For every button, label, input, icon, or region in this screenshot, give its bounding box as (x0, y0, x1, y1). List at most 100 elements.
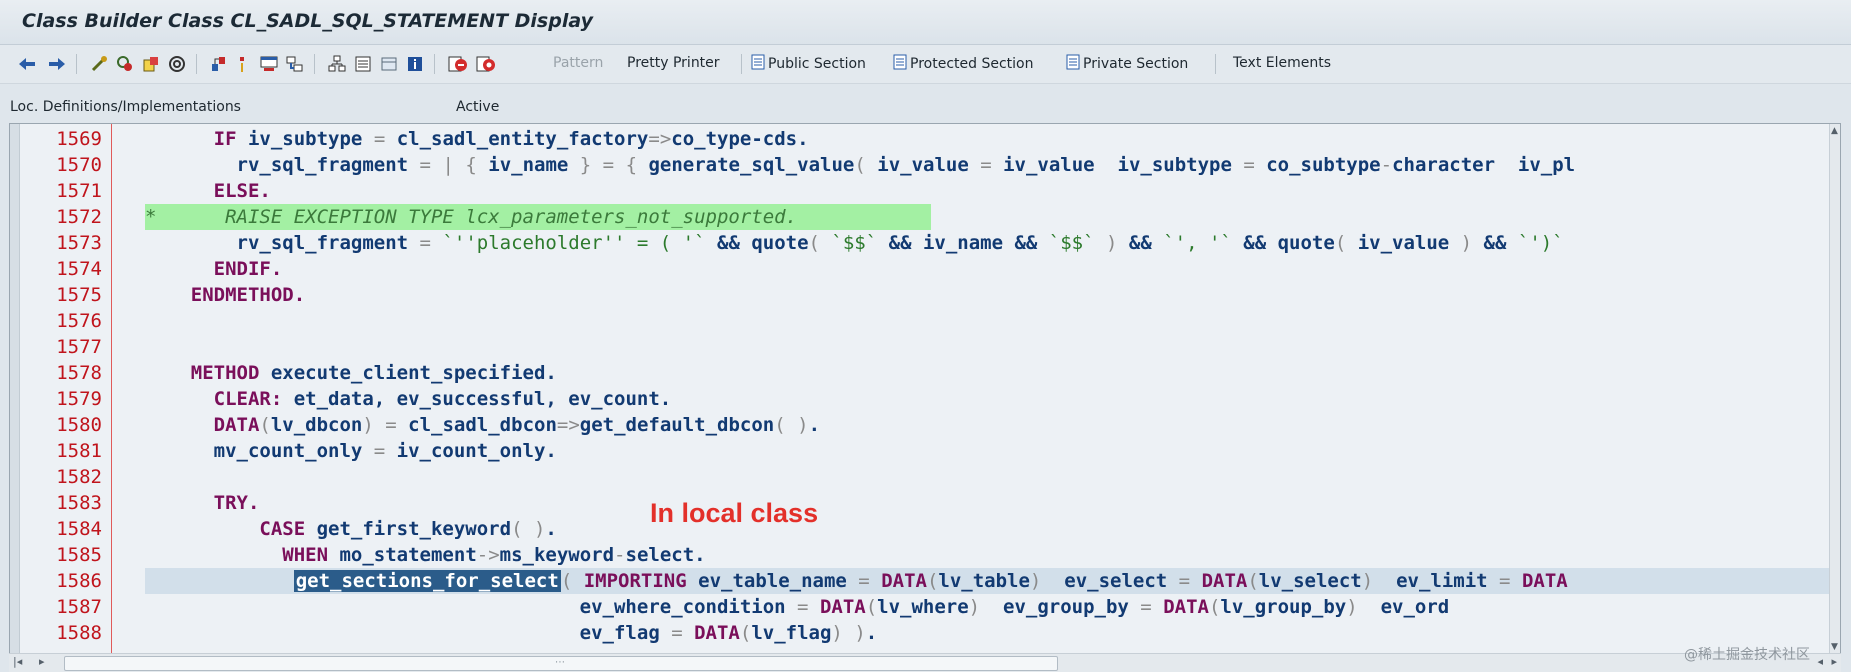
line-number: 1573 (56, 232, 102, 254)
scroll-thumb[interactable]: ⋯ (64, 656, 1058, 671)
code-text: * RAISE EXCEPTION TYPE lcx_parameters_no… (145, 206, 798, 228)
horizontal-scrollbar[interactable]: |◂ ▸ ⋯ ◂ ▸ (9, 653, 1841, 672)
private-section-label: Private Section (1083, 56, 1189, 72)
code-text: METHOD execute_client_specified. (190, 362, 557, 384)
back-arrow-icon[interactable] (16, 53, 38, 75)
line-number: 1585 (56, 544, 102, 566)
scroll-up-icon[interactable]: ▲ (1831, 126, 1838, 136)
scroll-down-icon[interactable]: ▼ (1831, 642, 1838, 652)
title-bar: Class Builder Class CL_SADL_SQL_STATEMEN… (0, 0, 1851, 45)
enhance-icon[interactable] (234, 53, 250, 75)
scroll-right-icon[interactable]: ▸ (39, 655, 45, 668)
code-text: ev_where_condition = DATA(lv_where) ev_g… (145, 596, 1450, 618)
display-navigation-window-icon[interactable] (258, 53, 280, 75)
window-title: Class Builder Class CL_SADL_SQL_STATEMEN… (22, 10, 593, 32)
public-section-label: Public Section (768, 56, 866, 72)
toolbar-separator (741, 54, 742, 74)
scroll-first-icon[interactable]: |◂ (13, 655, 22, 668)
code-line[interactable]: 1581 mv_count_only = iv_count_only. (10, 438, 1840, 464)
line-number: 1583 (56, 492, 102, 514)
code-line[interactable]: 1572 * RAISE EXCEPTION TYPE lcx_paramete… (10, 204, 1840, 230)
layout-icon[interactable] (378, 53, 400, 75)
line-number: 1571 (56, 180, 102, 202)
code-line[interactable]: 1577 (10, 334, 1840, 360)
line-number: 1577 (56, 336, 102, 358)
vertical-scrollbar[interactable]: ▲ ▼ (1829, 124, 1840, 654)
code-line[interactable]: 1588 ev_flag = DATA(lv_flag) ). (10, 620, 1840, 646)
section-doc-icon (893, 54, 907, 74)
breakpoint-icon[interactable] (446, 53, 470, 75)
code-line[interactable]: 1570 rv_sql_fragment = | { iv_name } = {… (10, 152, 1840, 178)
line-number: 1574 (56, 258, 102, 280)
line-number: 1569 (56, 128, 102, 150)
active-inactive-icon[interactable] (140, 53, 162, 75)
line-number: 1588 (56, 622, 102, 644)
forward-arrow-icon[interactable] (46, 53, 68, 75)
code-line[interactable]: 1576 (10, 308, 1840, 334)
where-used-icon[interactable] (166, 53, 188, 75)
code-line[interactable]: 1575 ENDMETHOD. (10, 282, 1840, 308)
pretty-printer-button[interactable]: Pretty Printer (627, 55, 720, 71)
code-line[interactable]: 1578 METHOD execute_client_specified. (10, 360, 1840, 386)
object-list-icon[interactable] (208, 53, 230, 75)
toolbar-separator (76, 54, 77, 74)
annotation-label: In local class (650, 498, 819, 528)
code-text: WHEN mo_statement->ms_keyword-select. (282, 544, 706, 566)
code-text: mv_count_only = iv_count_only. (145, 440, 557, 462)
code-text: ENDIF. (213, 258, 283, 280)
grip-icon: ⋯ (555, 657, 565, 668)
text-elements-button[interactable]: Text Elements (1233, 55, 1331, 71)
line-number: 1587 (56, 596, 102, 618)
class-hierarchy-icon[interactable] (284, 53, 306, 75)
code-line[interactable]: 1584 CASE get_first_keyword( ). (10, 516, 1840, 542)
pattern-button[interactable]: Pattern (553, 55, 603, 71)
session-breakpoint-icon[interactable] (474, 53, 498, 75)
line-number: 1581 (56, 440, 102, 462)
code-text: ev_flag = DATA(lv_flag) ). (145, 622, 878, 644)
protected-section-label: Protected Section (910, 56, 1034, 72)
code-line[interactable]: 1587 ev_where_condition = DATA(lv_where)… (10, 594, 1840, 620)
scroll-left-end-icon[interactable]: ◂ (1817, 655, 1823, 668)
code-line[interactable]: 1574 ENDIF. (10, 256, 1840, 282)
code-line[interactable]: 1573 rv_sql_fragment = `''placeholder'' … (10, 230, 1840, 256)
other-object-icon[interactable] (88, 53, 110, 75)
toolbar-separator (1215, 54, 1216, 74)
active-status: Active (456, 99, 500, 115)
line-number: 1572 (56, 206, 102, 228)
code-line[interactable]: 1582 (10, 464, 1840, 490)
selected-method-name[interactable]: get_sections_for_select (293, 570, 561, 592)
line-number: 1582 (56, 466, 102, 488)
private-section-button[interactable]: Private Section (1066, 53, 1188, 75)
info-icon[interactable] (404, 53, 426, 75)
code-text: DATA(lv_dbcon) = cl_sadl_dbcon=>get_defa… (213, 414, 821, 436)
code-text: rv_sql_fragment = `''placeholder'' = ( '… (145, 232, 1564, 254)
line-number: 1579 (56, 388, 102, 410)
line-number: 1580 (56, 414, 102, 436)
public-section-button[interactable]: Public Section (751, 53, 866, 75)
object-info-icon[interactable] (352, 53, 374, 75)
line-number: 1584 (56, 518, 102, 540)
editor-status-line: Loc. Definitions/Implementations Active (0, 96, 1851, 118)
code-line[interactable]: 1583 TRY. (10, 490, 1840, 516)
scroll-right-end-icon[interactable]: ▸ (1831, 655, 1837, 668)
signature-icon[interactable] (326, 53, 348, 75)
protected-section-button[interactable]: Protected Section (893, 53, 1033, 75)
line-number: 1570 (56, 154, 102, 176)
line-number: 1586 (56, 570, 102, 592)
code-text: IF iv_subtype = cl_sadl_entity_factory=>… (213, 128, 809, 150)
code-line[interactable]: 1579 CLEAR: et_data, ev_successful, ev_c… (10, 386, 1840, 412)
code-line[interactable]: 1580 DATA(lv_dbcon) = cl_sadl_dbcon=>get… (10, 412, 1840, 438)
code-text: ENDMETHOD. (190, 284, 306, 306)
application-toolbar: Pattern Pretty Printer Public Section Pr… (0, 45, 1851, 84)
line-number: 1578 (56, 362, 102, 384)
section-doc-icon (751, 54, 765, 74)
display-change-icon[interactable] (114, 53, 136, 75)
code-line[interactable]: 1571 ELSE. (10, 178, 1840, 204)
code-line[interactable]: 1569 IF iv_subtype = cl_sadl_entity_fact… (10, 126, 1840, 152)
code-line[interactable]: 1585 WHEN mo_statement->ms_keyword-selec… (10, 542, 1840, 568)
toolbar-separator (434, 54, 435, 74)
code-editor[interactable]: 1569 IF iv_subtype = cl_sadl_entity_fact… (9, 123, 1841, 655)
watermark: @稀土掘金技术社区 (1684, 647, 1810, 663)
code-line-current[interactable]: 1586 get_sections_for_select( IMPORTING … (10, 568, 1840, 594)
code-text: TRY. (213, 492, 260, 514)
